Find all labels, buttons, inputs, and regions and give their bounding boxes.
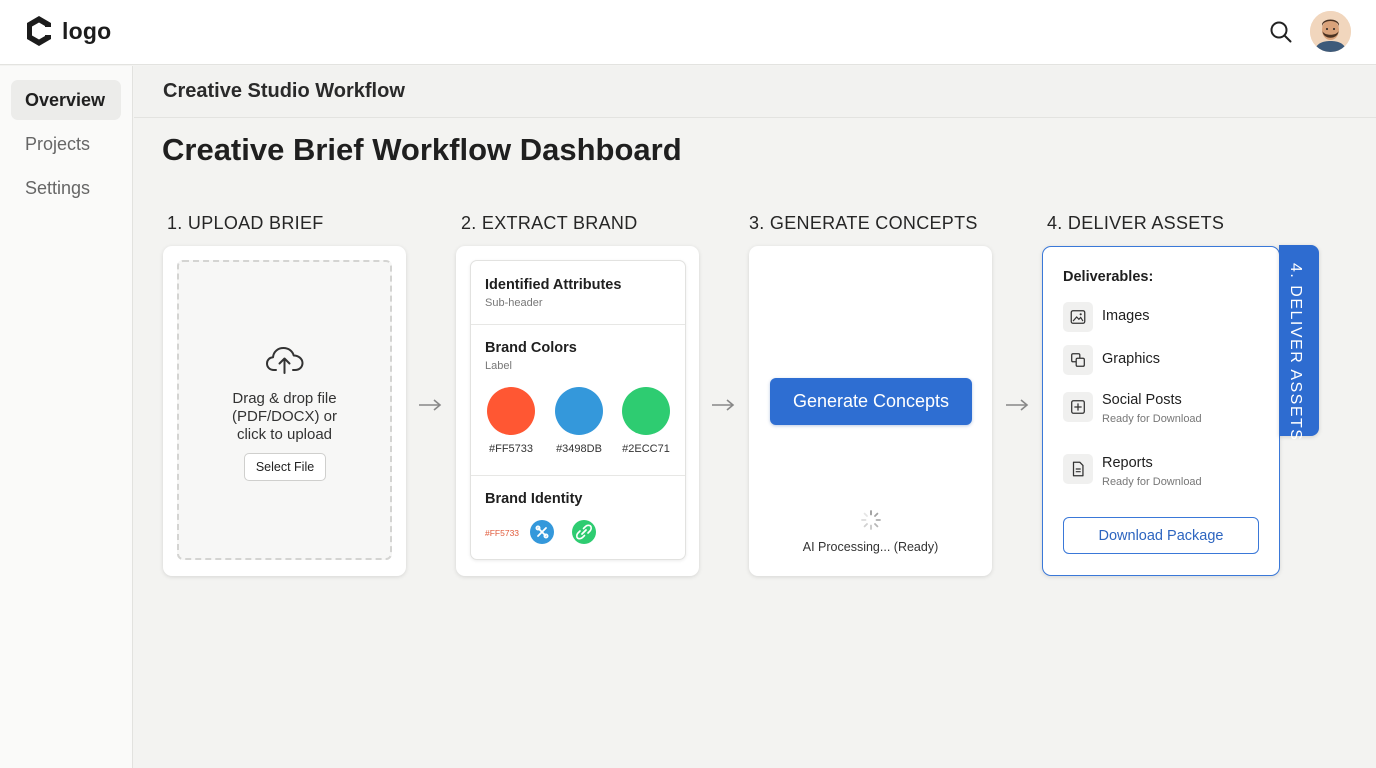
sidebar-item-overview[interactable]: Overview bbox=[11, 80, 121, 120]
dropzone-line-2: (PDF/DOCX) or bbox=[232, 408, 337, 425]
sidebar: Overview Projects Settings bbox=[0, 66, 133, 768]
spinner-icon bbox=[861, 510, 881, 530]
link-icon[interactable] bbox=[572, 520, 596, 544]
deliverable-label: Social Posts bbox=[1102, 392, 1182, 408]
step-label-extract: 2. EXTRACT BRAND bbox=[461, 213, 638, 233]
deliver-card: Deliverables: Images Graphics Social Pos… bbox=[1042, 246, 1280, 576]
arrow-right-icon bbox=[419, 399, 442, 411]
arrow-right-icon bbox=[712, 399, 735, 411]
identified-attributes-title: Identified Attributes bbox=[485, 277, 622, 293]
subheader-title: Creative Studio Workflow bbox=[163, 80, 405, 102]
dropzone-line-3: click to upload bbox=[236, 426, 333, 443]
logo-mark-icon bbox=[27, 16, 51, 46]
brand-identity-hex: #FF5733 bbox=[485, 528, 520, 538]
top-bar: logo bbox=[0, 0, 1376, 65]
identified-attributes-subheader: Sub-header bbox=[485, 297, 543, 309]
identified-attributes-section: Identified Attributes Sub-header bbox=[471, 261, 685, 325]
step-label-deliver: 4. DELIVER ASSETS bbox=[1047, 213, 1225, 233]
cloud-upload-icon bbox=[266, 347, 304, 374]
color-swatch-blue[interactable] bbox=[555, 387, 603, 435]
deliverables-title: Deliverables: bbox=[1063, 269, 1154, 285]
step-label-generate: 3. GENERATE CONCEPTS bbox=[749, 213, 978, 233]
deliverable-label: Graphics bbox=[1102, 351, 1161, 367]
sidebar-item-projects[interactable]: Projects bbox=[11, 124, 121, 164]
deliverable-label: Images bbox=[1102, 308, 1150, 324]
processing-status: AI Processing... (Ready) bbox=[802, 540, 939, 554]
page-title: Creative Brief Workflow Dashboard bbox=[162, 132, 682, 167]
subheader: Creative Studio Workflow bbox=[134, 66, 1376, 118]
arrow-right-icon bbox=[1006, 399, 1029, 411]
logo-text: logo bbox=[62, 17, 112, 44]
avatar[interactable] bbox=[1310, 11, 1351, 52]
sidebar-item-settings[interactable]: Settings bbox=[11, 168, 121, 208]
share-plus-icon bbox=[1063, 392, 1093, 422]
brand-colors-label: Label bbox=[485, 360, 512, 372]
logo[interactable]: logo bbox=[24, 14, 111, 48]
upload-card: Drag & drop file (PDF/DOCX) or click to … bbox=[163, 246, 406, 576]
select-file-button[interactable]: Select File bbox=[244, 453, 326, 481]
side-tab-label: 4. DELIVER ASSETS bbox=[1287, 263, 1304, 442]
color-hex-green: #2ECC71 bbox=[622, 443, 670, 455]
color-swatch-orange[interactable] bbox=[487, 387, 535, 435]
deliverable-label: Reports bbox=[1102, 455, 1153, 471]
extract-card: Identified Attributes Sub-header Brand C… bbox=[456, 246, 699, 576]
deliverable-item-reports[interactable]: Reports Ready for Download bbox=[1063, 454, 1263, 488]
deliverable-item-social-posts[interactable]: Social Posts Ready for Download bbox=[1063, 392, 1263, 426]
brand-colors-title: Brand Colors bbox=[485, 340, 577, 356]
brand-identity-title: Brand Identity bbox=[485, 491, 583, 507]
dropzone-line-1: Drag & drop file bbox=[232, 390, 337, 407]
layers-icon bbox=[1063, 345, 1093, 375]
search-icon[interactable] bbox=[1268, 19, 1294, 45]
file-dropzone[interactable]: Drag & drop file (PDF/DOCX) or click to … bbox=[177, 260, 392, 560]
deliverable-status: Ready for Download bbox=[1102, 476, 1202, 488]
brand-attributes-panel: Identified Attributes Sub-header Brand C… bbox=[470, 260, 686, 560]
generate-concepts-button[interactable]: Generate Concepts bbox=[770, 378, 972, 425]
deliverable-status: Ready for Download bbox=[1102, 413, 1202, 425]
generate-card: Generate Concepts AI Processing... (Read… bbox=[749, 246, 992, 576]
color-hex-blue: #3498DB bbox=[556, 443, 602, 455]
deliverable-item-images[interactable]: Images bbox=[1063, 302, 1263, 336]
document-icon bbox=[1063, 454, 1093, 484]
user-avatar-icon bbox=[1310, 11, 1351, 52]
image-icon bbox=[1063, 302, 1093, 332]
tools-icon[interactable] bbox=[530, 520, 554, 544]
color-swatch-green[interactable] bbox=[622, 387, 670, 435]
download-package-button[interactable]: Download Package bbox=[1063, 517, 1259, 554]
step-label-upload: 1. UPLOAD BRIEF bbox=[167, 213, 324, 233]
deliver-assets-side-tab[interactable]: 4. DELIVER ASSETS bbox=[1279, 245, 1319, 441]
dropzone-instructions: Drag & drop file (PDF/DOCX) or click to … bbox=[179, 390, 390, 444]
color-hex-orange: #FF5733 bbox=[488, 443, 534, 455]
deliverable-item-graphics[interactable]: Graphics bbox=[1063, 345, 1263, 379]
